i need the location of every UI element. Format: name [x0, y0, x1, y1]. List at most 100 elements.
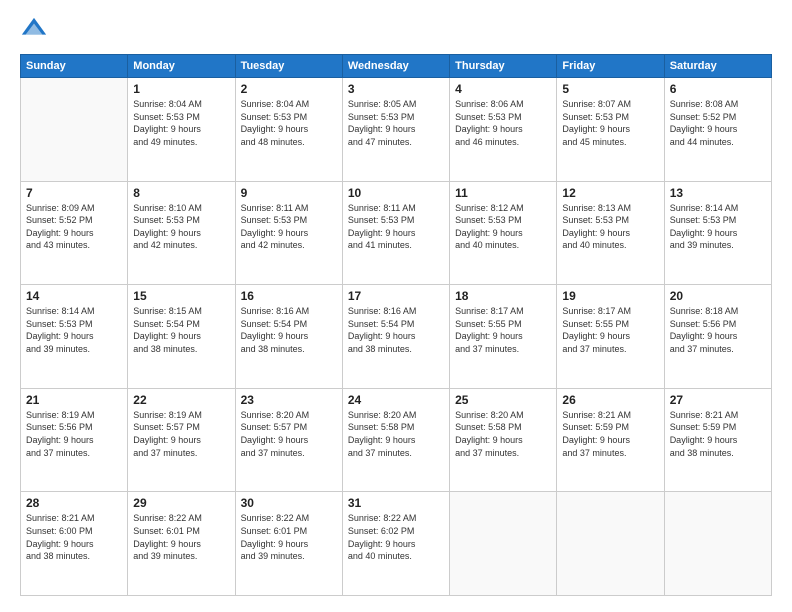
- daylight-label: Daylight: 9 hours: [455, 228, 523, 238]
- sunset-label: Sunset: 5:54 PM: [133, 319, 200, 329]
- daylight-label: Daylight: 9 hours: [670, 228, 738, 238]
- sunset-label: Sunset: 6:01 PM: [133, 526, 200, 536]
- sunset-label: Sunset: 5:52 PM: [670, 112, 737, 122]
- sunset-label: Sunset: 5:53 PM: [670, 215, 737, 225]
- calendar-week-row: 14 Sunrise: 8:14 AM Sunset: 5:53 PM Dayl…: [21, 285, 772, 389]
- day-info: Sunrise: 8:19 AM Sunset: 5:56 PM Dayligh…: [26, 409, 122, 459]
- day-info: Sunrise: 8:16 AM Sunset: 5:54 PM Dayligh…: [348, 305, 444, 355]
- day-info: Sunrise: 8:21 AM Sunset: 5:59 PM Dayligh…: [562, 409, 658, 459]
- calendar-week-row: 1 Sunrise: 8:04 AM Sunset: 5:53 PM Dayli…: [21, 78, 772, 182]
- day-number: 26: [562, 393, 658, 407]
- day-info: Sunrise: 8:22 AM Sunset: 6:01 PM Dayligh…: [241, 512, 337, 562]
- day-info: Sunrise: 8:09 AM Sunset: 5:52 PM Dayligh…: [26, 202, 122, 252]
- sunset-label: Sunset: 5:53 PM: [562, 112, 629, 122]
- sunrise-label: Sunrise: 8:11 AM: [241, 203, 309, 213]
- sunrise-label: Sunrise: 8:07 AM: [562, 99, 631, 109]
- calendar-cell: 21 Sunrise: 8:19 AM Sunset: 5:56 PM Dayl…: [21, 388, 128, 492]
- sunrise-label: Sunrise: 8:14 AM: [26, 306, 95, 316]
- daylight-minutes: and 44 minutes.: [670, 137, 734, 147]
- sunset-label: Sunset: 5:53 PM: [133, 215, 200, 225]
- day-number: 20: [670, 289, 766, 303]
- sunset-label: Sunset: 6:02 PM: [348, 526, 415, 536]
- sunset-label: Sunset: 5:58 PM: [455, 422, 522, 432]
- logo-icon: [20, 16, 48, 44]
- calendar-cell: 2 Sunrise: 8:04 AM Sunset: 5:53 PM Dayli…: [235, 78, 342, 182]
- day-info: Sunrise: 8:04 AM Sunset: 5:53 PM Dayligh…: [241, 98, 337, 148]
- daylight-label: Daylight: 9 hours: [26, 228, 94, 238]
- sunset-label: Sunset: 5:52 PM: [26, 215, 93, 225]
- day-info: Sunrise: 8:13 AM Sunset: 5:53 PM Dayligh…: [562, 202, 658, 252]
- sunrise-label: Sunrise: 8:21 AM: [562, 410, 631, 420]
- calendar-cell: [664, 492, 771, 596]
- sunset-label: Sunset: 5:59 PM: [670, 422, 737, 432]
- daylight-label: Daylight: 9 hours: [562, 228, 630, 238]
- sunrise-label: Sunrise: 8:09 AM: [26, 203, 95, 213]
- daylight-minutes: and 37 minutes.: [348, 448, 412, 458]
- calendar-cell: 7 Sunrise: 8:09 AM Sunset: 5:52 PM Dayli…: [21, 181, 128, 285]
- daylight-minutes: and 37 minutes.: [562, 344, 626, 354]
- sunset-label: Sunset: 6:01 PM: [241, 526, 308, 536]
- daylight-minutes: and 39 minutes.: [133, 551, 197, 561]
- day-number: 10: [348, 186, 444, 200]
- day-number: 12: [562, 186, 658, 200]
- logo: [20, 16, 52, 44]
- sunrise-label: Sunrise: 8:20 AM: [348, 410, 417, 420]
- daylight-minutes: and 37 minutes.: [241, 448, 305, 458]
- sunset-label: Sunset: 5:53 PM: [348, 112, 415, 122]
- daylight-label: Daylight: 9 hours: [26, 435, 94, 445]
- daylight-minutes: and 43 minutes.: [26, 240, 90, 250]
- day-number: 9: [241, 186, 337, 200]
- day-info: Sunrise: 8:20 AM Sunset: 5:58 PM Dayligh…: [455, 409, 551, 459]
- day-number: 18: [455, 289, 551, 303]
- day-number: 1: [133, 82, 229, 96]
- sunset-label: Sunset: 5:55 PM: [562, 319, 629, 329]
- calendar-cell: 9 Sunrise: 8:11 AM Sunset: 5:53 PM Dayli…: [235, 181, 342, 285]
- day-number: 7: [26, 186, 122, 200]
- day-number: 23: [241, 393, 337, 407]
- daylight-minutes: and 41 minutes.: [348, 240, 412, 250]
- calendar-cell: 6 Sunrise: 8:08 AM Sunset: 5:52 PM Dayli…: [664, 78, 771, 182]
- daylight-minutes: and 40 minutes.: [348, 551, 412, 561]
- daylight-minutes: and 38 minutes.: [348, 344, 412, 354]
- sunrise-label: Sunrise: 8:08 AM: [670, 99, 739, 109]
- daylight-label: Daylight: 9 hours: [455, 331, 523, 341]
- calendar-cell: 13 Sunrise: 8:14 AM Sunset: 5:53 PM Dayl…: [664, 181, 771, 285]
- daylight-minutes: and 40 minutes.: [455, 240, 519, 250]
- sunrise-label: Sunrise: 8:05 AM: [348, 99, 417, 109]
- calendar-cell: 12 Sunrise: 8:13 AM Sunset: 5:53 PM Dayl…: [557, 181, 664, 285]
- calendar-cell: 20 Sunrise: 8:18 AM Sunset: 5:56 PM Dayl…: [664, 285, 771, 389]
- calendar-cell: 17 Sunrise: 8:16 AM Sunset: 5:54 PM Dayl…: [342, 285, 449, 389]
- calendar-cell: 23 Sunrise: 8:20 AM Sunset: 5:57 PM Dayl…: [235, 388, 342, 492]
- day-info: Sunrise: 8:14 AM Sunset: 5:53 PM Dayligh…: [670, 202, 766, 252]
- day-number: 22: [133, 393, 229, 407]
- sunrise-label: Sunrise: 8:22 AM: [241, 513, 310, 523]
- day-info: Sunrise: 8:12 AM Sunset: 5:53 PM Dayligh…: [455, 202, 551, 252]
- weekday-header: Wednesday: [342, 55, 449, 78]
- day-info: Sunrise: 8:20 AM Sunset: 5:57 PM Dayligh…: [241, 409, 337, 459]
- daylight-minutes: and 39 minutes.: [26, 344, 90, 354]
- daylight-minutes: and 42 minutes.: [241, 240, 305, 250]
- calendar-cell: 14 Sunrise: 8:14 AM Sunset: 5:53 PM Dayl…: [21, 285, 128, 389]
- weekday-header: Friday: [557, 55, 664, 78]
- daylight-label: Daylight: 9 hours: [348, 435, 416, 445]
- day-number: 19: [562, 289, 658, 303]
- sunset-label: Sunset: 6:00 PM: [26, 526, 93, 536]
- sunrise-label: Sunrise: 8:19 AM: [26, 410, 95, 420]
- daylight-label: Daylight: 9 hours: [562, 435, 630, 445]
- daylight-minutes: and 39 minutes.: [670, 240, 734, 250]
- calendar-cell: [450, 492, 557, 596]
- day-info: Sunrise: 8:14 AM Sunset: 5:53 PM Dayligh…: [26, 305, 122, 355]
- day-info: Sunrise: 8:18 AM Sunset: 5:56 PM Dayligh…: [670, 305, 766, 355]
- day-number: 27: [670, 393, 766, 407]
- day-info: Sunrise: 8:04 AM Sunset: 5:53 PM Dayligh…: [133, 98, 229, 148]
- calendar-cell: 19 Sunrise: 8:17 AM Sunset: 5:55 PM Dayl…: [557, 285, 664, 389]
- daylight-label: Daylight: 9 hours: [241, 435, 309, 445]
- day-number: 5: [562, 82, 658, 96]
- calendar-cell: 30 Sunrise: 8:22 AM Sunset: 6:01 PM Dayl…: [235, 492, 342, 596]
- day-info: Sunrise: 8:17 AM Sunset: 5:55 PM Dayligh…: [455, 305, 551, 355]
- calendar-cell: 16 Sunrise: 8:16 AM Sunset: 5:54 PM Dayl…: [235, 285, 342, 389]
- sunset-label: Sunset: 5:58 PM: [348, 422, 415, 432]
- sunset-label: Sunset: 5:57 PM: [241, 422, 308, 432]
- daylight-minutes: and 37 minutes.: [670, 344, 734, 354]
- day-number: 11: [455, 186, 551, 200]
